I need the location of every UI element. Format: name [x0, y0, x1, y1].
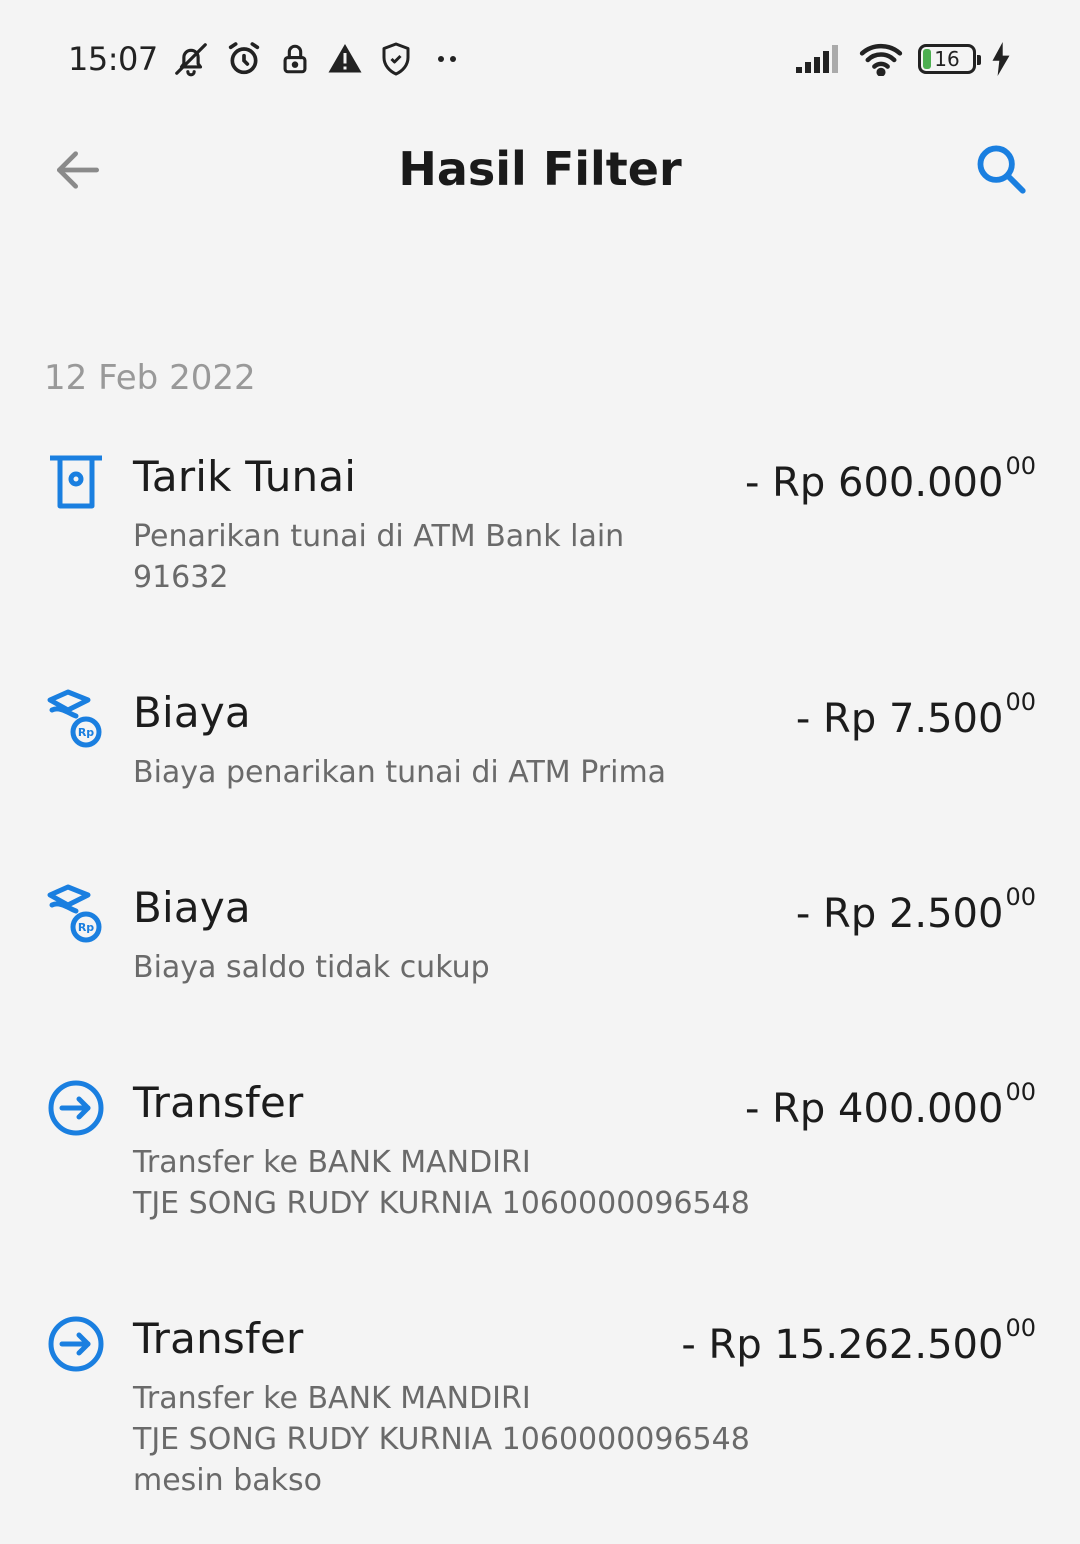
transaction-description: Biaya penarikan tunai di ATM Prima [133, 752, 666, 793]
description-line: Transfer ke BANK MANDIRI [133, 1381, 531, 1416]
signal-icon [794, 43, 844, 75]
bell-off-icon [172, 40, 210, 78]
warning-icon [326, 41, 364, 77]
transfer-icon [46, 1314, 106, 1374]
page-title: Hasil Filter [398, 142, 682, 196]
amount-cents: 00 [1005, 1314, 1036, 1342]
amount-cents: 00 [1005, 1078, 1036, 1106]
atm-withdrawal-icon [46, 452, 106, 512]
amount-value: - Rp 7.500 [795, 696, 1004, 742]
description-line: Transfer ke BANK MANDIRI [133, 1145, 531, 1180]
description-line: Penarikan tunai di ATM Bank lain [133, 519, 625, 554]
description-line: 91632 [133, 560, 229, 595]
transaction-description: Transfer ke BANK MANDIRI TJE SONG RUDY K… [133, 1378, 750, 1501]
description-line: TJE SONG RUDY KURNIA 1060000096548 [133, 1186, 750, 1221]
amount-value: - Rp 600.000 [744, 460, 1004, 506]
amount-value: - Rp 400.000 [744, 1086, 1004, 1132]
alarm-icon [224, 39, 264, 79]
transaction-title: Transfer [133, 1078, 304, 1127]
description-line: TJE SONG RUDY KURNIA 1060000096548 [133, 1422, 750, 1457]
lock-icon [278, 40, 312, 78]
transaction-description: Transfer ke BANK MANDIRI TJE SONG RUDY K… [133, 1142, 750, 1224]
description-line: mesin bakso [133, 1463, 322, 1498]
transaction-amount: - Rp 2.50000 [796, 883, 1036, 937]
wifi-icon [858, 42, 904, 76]
amount-value: - Rp 15.262.500 [681, 1322, 1004, 1368]
status-time: 15:07 [68, 40, 158, 78]
shield-icon [378, 40, 414, 78]
amount-cents: 00 [1005, 452, 1036, 480]
transaction-title: Biaya [133, 688, 251, 737]
app-header: Hasil Filter [0, 128, 1080, 212]
description-line: Biaya penarikan tunai di ATM Prima [133, 755, 667, 790]
transaction-description: Penarikan tunai di ATM Bank lain 91632 [133, 516, 624, 598]
amount-cents: 00 [1005, 688, 1036, 716]
transaction-amount: - Rp 7.50000 [796, 688, 1036, 742]
transaction-title: Transfer [133, 1314, 304, 1363]
search-button[interactable] [972, 140, 1030, 198]
more-dots-icon [428, 49, 464, 69]
transaction-amount: - Rp 15.262.50000 [681, 1314, 1036, 1368]
search-icon [977, 145, 1026, 194]
status-bar: 15:07 16 [68, 36, 1012, 82]
transaction-amount: - Rp 600.00000 [745, 452, 1036, 506]
status-left: 15:07 [68, 39, 464, 79]
status-right: 16 [794, 42, 1012, 76]
battery-icon: 16 [918, 44, 981, 74]
transaction-amount: - Rp 400.00000 [745, 1078, 1036, 1132]
svg-text:Rp: Rp [78, 726, 94, 739]
svg-text:Rp: Rp [78, 921, 94, 934]
charging-icon [990, 42, 1012, 76]
battery-level: 16 [934, 47, 960, 71]
transfer-icon [46, 1078, 106, 1138]
transaction-title: Biaya [133, 883, 251, 932]
transaction-description: Biaya saldo tidak cukup [133, 947, 490, 988]
description-line: Biaya saldo tidak cukup [133, 950, 490, 985]
amount-value: - Rp 2.500 [795, 891, 1004, 937]
transaction-title: Tarik Tunai [133, 452, 357, 501]
amount-cents: 00 [1005, 883, 1036, 911]
fee-icon: Rp [46, 688, 106, 748]
date-group-header: 12 Feb 2022 [44, 358, 256, 398]
fee-icon: Rp [46, 883, 106, 943]
